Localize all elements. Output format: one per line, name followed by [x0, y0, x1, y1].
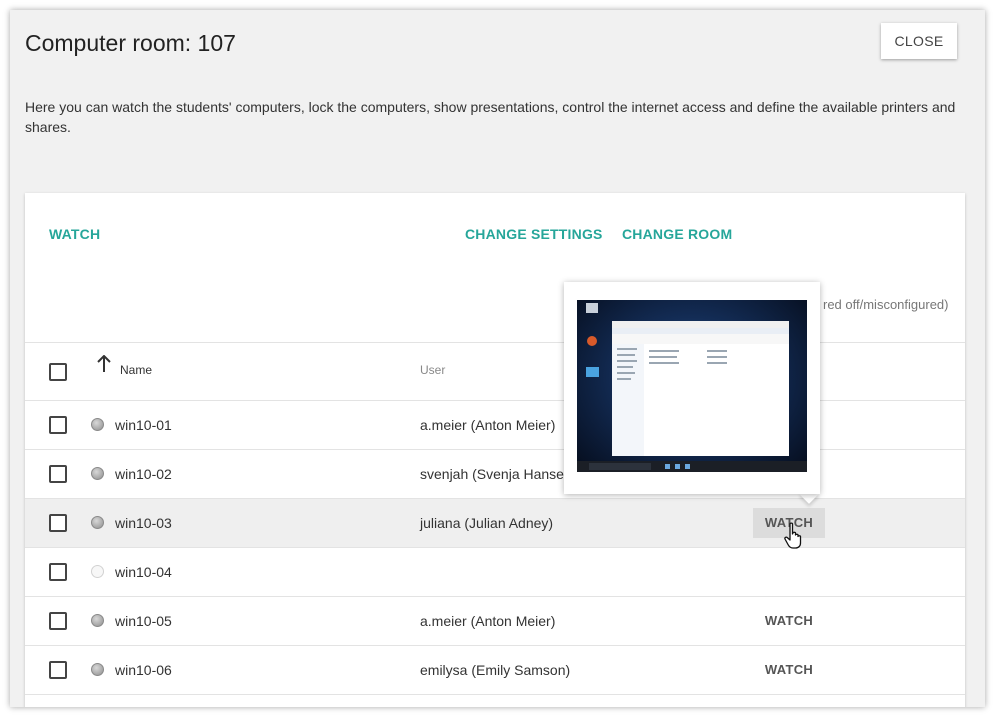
- status-summary: red off/misconfigured): [823, 297, 949, 312]
- table-row[interactable]: win10-05 a.meier (Anton Meier) WATCH: [25, 597, 965, 646]
- computer-user: a.meier (Anton Meier): [420, 417, 556, 433]
- computer-user: svenjah (Svenja Hansen): [420, 466, 577, 482]
- select-all-checkbox[interactable]: [49, 363, 67, 381]
- close-button[interactable]: CLOSE: [881, 23, 957, 59]
- status-dot-icon: [91, 418, 104, 431]
- watch-button[interactable]: WATCH: [753, 655, 825, 685]
- computer-list-panel: WATCH CHANGE SETTINGS CHANGE ROOM red of…: [25, 193, 965, 707]
- column-header-user[interactable]: User: [420, 363, 445, 377]
- status-dot-icon: [91, 614, 104, 627]
- table-row[interactable]: win10-04: [25, 548, 965, 597]
- computer-name: win10-02: [115, 466, 172, 482]
- status-dot-icon: [91, 565, 104, 578]
- row-checkbox[interactable]: [49, 465, 67, 483]
- table-row[interactable]: win10-03 juliana (Julian Adney) WATCH: [25, 499, 965, 548]
- change-room-action[interactable]: CHANGE ROOM: [622, 226, 732, 242]
- arrow-up-icon[interactable]: [96, 355, 112, 373]
- change-settings-action[interactable]: CHANGE SETTINGS: [465, 226, 603, 242]
- computer-user: a.meier (Anton Meier): [420, 613, 556, 629]
- table-row[interactable]: win10-06 emilysa (Emily Samson) WATCH: [25, 646, 965, 695]
- computer-name: win10-03: [115, 515, 172, 531]
- computer-name: win10-06: [115, 662, 172, 678]
- desktop-screenshot-thumbnail: [577, 300, 807, 472]
- computer-name: win10-04: [115, 564, 172, 580]
- status-dot-icon: [91, 663, 104, 676]
- computer-name: win10-05: [115, 613, 172, 629]
- row-checkbox[interactable]: [49, 514, 67, 532]
- watch-button[interactable]: WATCH: [753, 606, 825, 636]
- row-checkbox[interactable]: [49, 416, 67, 434]
- table-top-divider: [25, 342, 965, 343]
- computer-name: win10-01: [115, 417, 172, 433]
- hand-pointer-icon: [784, 522, 802, 549]
- computer-room-dialog: Computer room: 107 CLOSE Here you can wa…: [10, 10, 985, 707]
- status-dot-icon: [91, 467, 104, 480]
- status-dot-icon: [91, 516, 104, 529]
- dialog-title: Computer room: 107: [25, 30, 236, 56]
- column-header-name[interactable]: Name: [120, 363, 152, 377]
- screen-preview-popup: [564, 282, 820, 494]
- computer-user: juliana (Julian Adney): [420, 515, 554, 531]
- computer-user: emilysa (Emily Samson): [420, 662, 571, 678]
- row-checkbox[interactable]: [49, 563, 67, 581]
- watch-action[interactable]: WATCH: [49, 226, 100, 242]
- row-checkbox[interactable]: [49, 612, 67, 630]
- desktop-screenshot-image: [577, 303, 807, 472]
- row-checkbox[interactable]: [49, 661, 67, 679]
- table-row[interactable]: win10-01 a.meier (Anton Meier): [25, 401, 965, 450]
- table-row[interactable]: win10-02 svenjah (Svenja Hansen): [25, 450, 965, 499]
- dialog-description: Here you can watch the students' compute…: [25, 99, 956, 135]
